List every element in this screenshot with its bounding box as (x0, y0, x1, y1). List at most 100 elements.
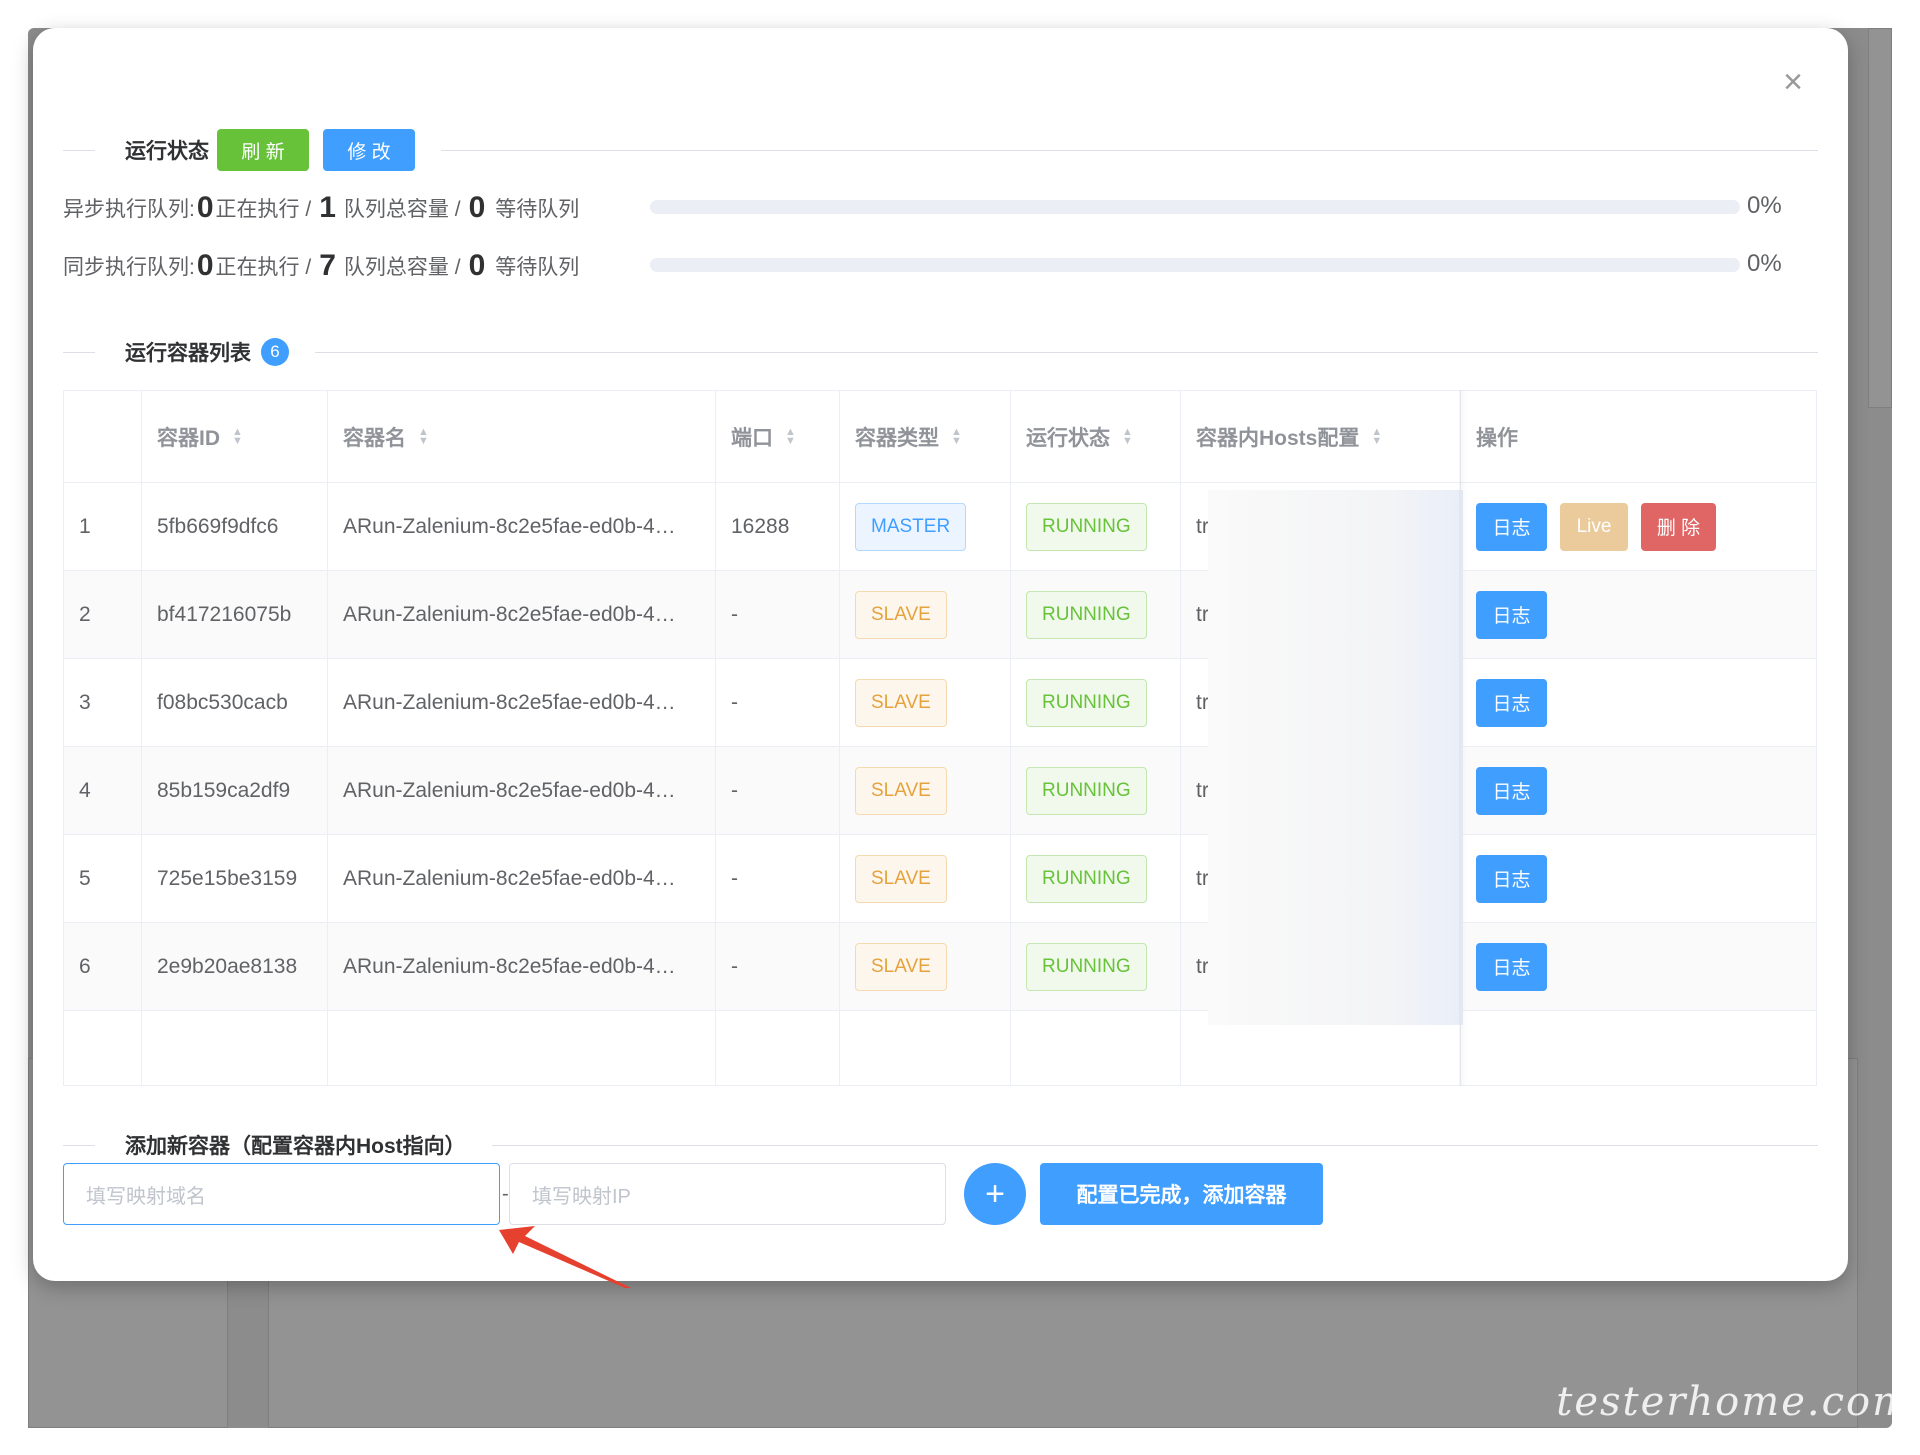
waiting-count: 0 (468, 191, 486, 224)
add-container-section-header: 添加新容器（配置容器内Host指向） (63, 1123, 1818, 1167)
add-container-button[interactable]: 配置已完成，添加容器 (1040, 1163, 1323, 1225)
cell-id: bf417216075b (142, 571, 328, 658)
edit-button[interactable]: 修 改 (323, 129, 415, 171)
header-hosts-config[interactable]: 容器内Hosts配置 ▲ ▼ (1181, 391, 1461, 482)
cell-id: 725e15be3159 (142, 835, 328, 922)
refresh-button[interactable]: 刷 新 (217, 129, 309, 171)
cell-text: 85b159ca2df9 (157, 778, 291, 802)
header-label: 端口 (731, 426, 773, 450)
header-port[interactable]: 端口 ▲ ▼ (716, 391, 840, 482)
add-host-button[interactable]: + (964, 1163, 1026, 1225)
log-button[interactable]: 日志 (1476, 502, 1547, 551)
cell-id: 85b159ca2df9 (142, 747, 328, 834)
divider (491, 1144, 1818, 1146)
sort-icon[interactable]: ▲ ▼ (1122, 426, 1133, 446)
filler-cell (142, 1011, 328, 1085)
cell-id: 2e9b20ae8138 (142, 923, 328, 1010)
background-panel (1868, 28, 1892, 408)
container-section-header: 运行容器列表 6 (63, 330, 1818, 374)
cell-text: tr (1196, 866, 1209, 890)
cell-type: SLAVE (840, 571, 1011, 658)
waiting-label: 等待队列 (495, 198, 580, 221)
cell-type: SLAVE (840, 659, 1011, 746)
table-row: 6 2e9b20ae8138 ARun-Zalenium-8c2e5fae-ed0b… (64, 923, 1816, 1011)
container-table: 容器ID ▲ ▼ 容器名 ▲ ▼ 端口 ▲ ▼ 容器类型 ▲ ▼ 运行状态 ▲ ▼ 容器内Hosts… (63, 390, 1817, 1086)
cell-port: - (716, 923, 840, 1010)
cell-index: 6 (64, 923, 142, 1010)
status-section-header: 运行状态 刷 新 修 改 (63, 128, 1818, 172)
cell-text: 1 (79, 514, 91, 538)
header-run-status[interactable]: 运行状态 ▲ ▼ (1011, 391, 1181, 482)
log-button[interactable]: 日志 (1476, 590, 1547, 639)
live-button[interactable]: Live (1560, 502, 1628, 551)
table-row: 5 725e15be3159 ARun-Zalenium-8c2e5fae-ed0b… (64, 835, 1816, 923)
capacity-count: 1 (319, 191, 336, 224)
cell-text: ARun-Zalenium-8c2e5fae-ed0b-4… (343, 866, 676, 890)
container-type-tag: MASTER (855, 502, 967, 551)
running-count: 0 (196, 191, 214, 224)
cell-text: tr (1196, 514, 1209, 538)
header-container-name[interactable]: 容器名 ▲ ▼ (328, 391, 716, 482)
cell-text: bf417216075b (157, 602, 292, 626)
annotation-arrow-icon (499, 1226, 631, 1288)
domain-input[interactable]: 填写映射域名 (63, 1163, 500, 1225)
table-empty-filler (64, 1011, 1816, 1085)
table-row: 3 f08bc530cacb ARun-Zalenium-8c2e5fae-ed0b… (64, 659, 1816, 747)
filler-cell (64, 1011, 142, 1085)
sort-icon[interactable]: ▲ ▼ (418, 426, 429, 446)
cell-status: RUNNING (1011, 483, 1181, 570)
cell-text: - (731, 778, 738, 802)
cell-actions: 日志 (1461, 747, 1816, 834)
cell-text: ARun-Zalenium-8c2e5fae-ed0b-4… (343, 690, 676, 714)
cell-text: 3 (79, 690, 91, 714)
cell-text: - (731, 954, 738, 978)
status-section-title: 运行状态 (125, 140, 209, 163)
log-button[interactable]: 日志 (1476, 942, 1547, 991)
cell-text: ARun-Zalenium-8c2e5fae-ed0b-4… (343, 954, 676, 978)
header-container-id[interactable]: 容器ID ▲ ▼ (142, 391, 328, 482)
input-separator: - (502, 1183, 509, 1205)
cell-text: 5fb669f9dfc6 (157, 514, 279, 538)
cell-text: 2 (79, 602, 91, 626)
cell-type: SLAVE (840, 923, 1011, 1010)
divider (315, 351, 1818, 353)
cell-id: f08bc530cacb (142, 659, 328, 746)
cell-text: f08bc530cacb (157, 690, 288, 714)
cell-index: 1 (64, 483, 142, 570)
container-type-tag: SLAVE (855, 590, 947, 639)
cell-id: 5fb669f9dfc6 (142, 483, 328, 570)
sort-icon[interactable]: ▲ ▼ (1371, 426, 1382, 446)
header-container-type[interactable]: 容器类型 ▲ ▼ (840, 391, 1011, 482)
cell-status: RUNNING (1011, 659, 1181, 746)
cell-actions: 日志 (1461, 659, 1816, 746)
cell-name: ARun-Zalenium-8c2e5fae-ed0b-4… (328, 571, 716, 658)
running-label: 正在执行 / (215, 256, 312, 279)
cell-status: RUNNING (1011, 835, 1181, 922)
header-actions: 操作 (1461, 391, 1816, 482)
run-status-tag: RUNNING (1026, 678, 1147, 727)
cell-status: RUNNING (1011, 571, 1181, 658)
cell-actions: 日志 (1461, 571, 1816, 658)
cell-text: - (731, 866, 738, 890)
log-button[interactable]: 日志 (1476, 854, 1547, 903)
run-status-tag: RUNNING (1026, 942, 1147, 991)
sort-icon[interactable]: ▲ ▼ (951, 426, 962, 446)
watermark: testerhome.com (1556, 1379, 1912, 1425)
ip-input[interactable]: 填写映射IP (509, 1163, 946, 1225)
cell-text: 725e15be3159 (157, 866, 298, 890)
container-status-dialog: × 运行状态 刷 新 修 改 异步执行队列: 0 正在执行 / 1 队列总容量 … (33, 28, 1848, 1281)
sync-progress-bar (650, 258, 1740, 272)
queue-label: 异步执行队列: (63, 198, 195, 221)
log-button[interactable]: 日志 (1476, 678, 1547, 727)
waiting-label: 等待队列 (495, 256, 580, 279)
sort-icon[interactable]: ▲ ▼ (232, 426, 243, 446)
close-icon[interactable]: × (1773, 62, 1813, 102)
cell-type: MASTER (840, 483, 1011, 570)
sort-icon[interactable]: ▲ ▼ (785, 426, 796, 446)
cell-text: tr (1196, 954, 1209, 978)
log-button[interactable]: 日志 (1476, 766, 1547, 815)
cell-text: ARun-Zalenium-8c2e5fae-ed0b-4… (343, 778, 676, 802)
divider (63, 1144, 95, 1146)
delete-button[interactable]: 删 除 (1641, 502, 1716, 551)
cell-text: 16288 (731, 514, 790, 538)
